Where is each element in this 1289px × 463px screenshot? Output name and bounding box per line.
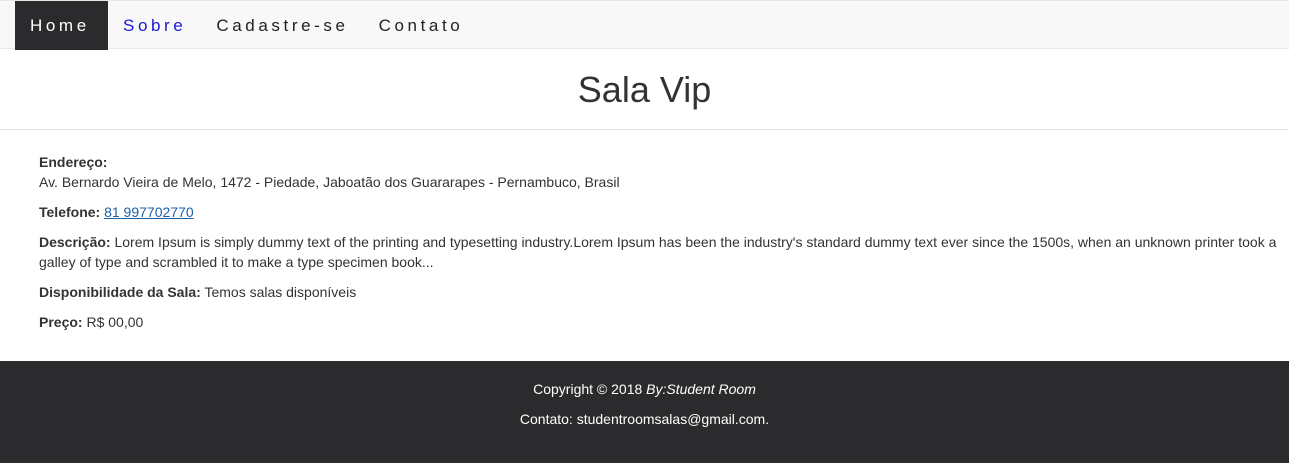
address-row: Endereço: Av. Bernardo Vieira de Melo, 1… xyxy=(39,152,1284,192)
footer-contact: Contato: studentroomsalas@gmail.com. xyxy=(519,411,770,427)
nav-list: Home Sobre Cadastre-se Contato xyxy=(15,1,478,50)
footer-copyright: Copyright © 2018 By:Student Room xyxy=(0,381,1289,397)
description-row: Descrição: Lorem Ipsum is simply dummy t… xyxy=(39,232,1284,272)
address-label: Endereço: xyxy=(39,154,108,170)
nav-item-home[interactable]: Home xyxy=(15,1,108,50)
availability-row: Disponibilidade da Sala: Temos salas dis… xyxy=(39,282,1284,302)
top-navbar: Home Sobre Cadastre-se Contato xyxy=(0,0,1289,50)
price-row: Preço: R$ 00,00 xyxy=(39,312,1284,332)
copyright-text: Copyright © 2018 xyxy=(533,381,643,397)
room-details: Endereço: Av. Bernardo Vieira de Melo, 1… xyxy=(39,152,1284,342)
price-value: R$ 00,00 xyxy=(86,314,144,330)
nav-item-sobre[interactable]: Sobre xyxy=(108,1,201,50)
nav-item-cadastre-se[interactable]: Cadastre-se xyxy=(201,1,363,50)
availability-value: Temos salas disponíveis xyxy=(204,284,357,300)
price-label: Preço: xyxy=(39,314,83,330)
description-value: Lorem Ipsum is simply dummy text of the … xyxy=(39,234,1277,270)
nav-item-contato[interactable]: Contato xyxy=(364,1,479,50)
page-header: Sala Vip xyxy=(0,49,1289,130)
footer: Copyright © 2018 By:Student Room Contato… xyxy=(0,361,1289,463)
phone-label: Telefone: xyxy=(39,204,101,220)
description-label: Descrição: xyxy=(39,234,111,250)
page-title: Sala Vip xyxy=(577,69,712,110)
address-value: Av. Bernardo Vieira de Melo, 1472 - Pied… xyxy=(39,174,620,190)
phone-row: Telefone: 81 997702770 xyxy=(39,202,1284,222)
phone-link[interactable]: 81 997702770 xyxy=(104,204,194,220)
availability-label: Disponibilidade da Sala: xyxy=(39,284,201,300)
copyright-author: By:Student Room xyxy=(646,381,756,397)
